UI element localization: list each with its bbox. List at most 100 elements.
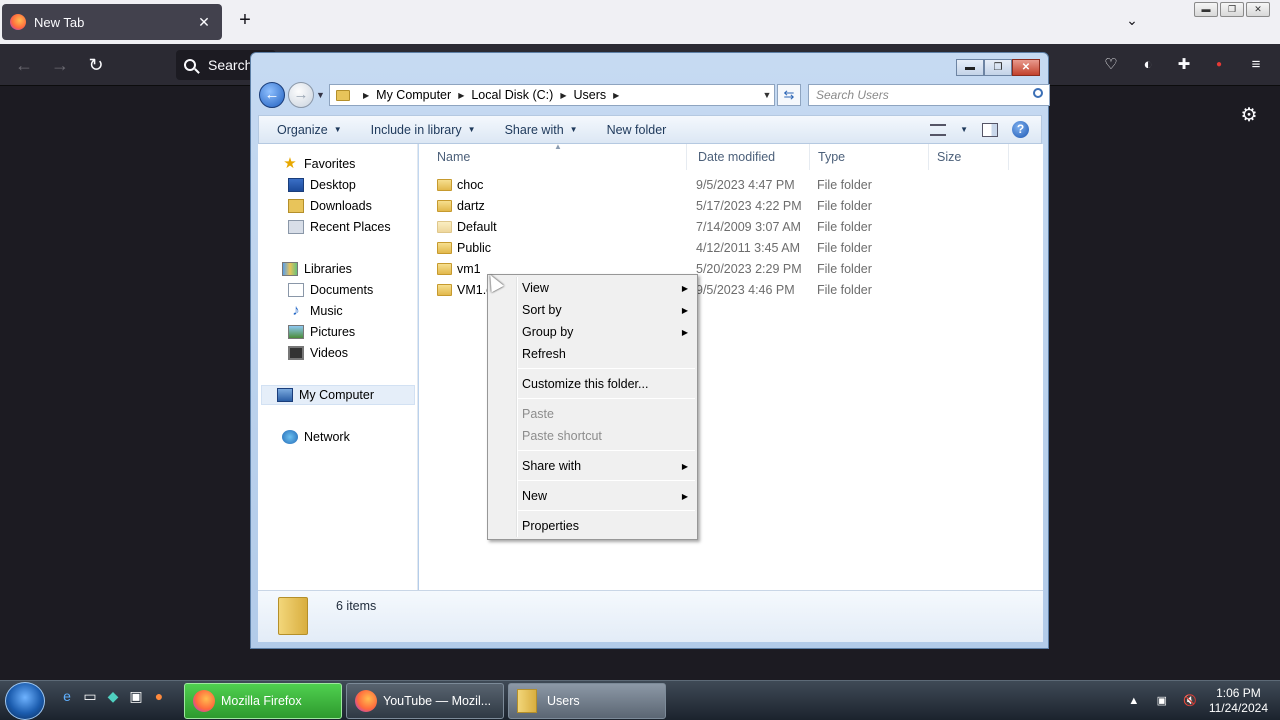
menu-item-customize-folder[interactable]: Customize this folder... [522,374,694,394]
documents-icon [288,283,304,297]
nav-recent-places[interactable]: Recent Places [288,217,391,237]
system-tray: ▲ ▣ 🔇 1:06 PM 11/24/2024 [1125,681,1280,720]
file-row[interactable]: Public 4/12/2011 3:45 AM File folder [429,238,1029,259]
extensions-icon[interactable]: ✚ [1173,54,1195,76]
folder-icon [437,221,452,233]
column-type[interactable]: Type [810,144,929,170]
back-button[interactable]: ← [259,82,285,108]
menu-item-new[interactable]: New ▶ [522,486,694,506]
firefox-account-icon[interactable]: ◐ [1137,54,1159,76]
restore-button[interactable]: ❐ [1220,2,1244,17]
preview-pane-icon[interactable] [982,122,998,137]
minimize-button[interactable]: ▬ [1194,2,1218,17]
column-size[interactable]: Size [929,144,1009,170]
forward-arrow-icon[interactable]: → [48,54,72,76]
nav-network[interactable]: Network [282,427,350,447]
nav-videos[interactable]: Videos [288,343,348,363]
menu-item-view[interactable]: View ▶ [522,278,694,298]
search-icon[interactable] [1033,88,1043,98]
menu-icon[interactable]: ≡ [1245,54,1267,76]
breadcrumb-separator-icon[interactable]: ▶ [560,91,566,100]
menu-separator [518,398,695,399]
address-dropdown-icon[interactable]: ▼ [760,90,774,100]
breadcrumb-separator-icon[interactable]: ▶ [363,91,369,100]
media-icon[interactable]: ◆ [104,687,122,705]
include-in-library-button[interactable]: Include in library ▼ [353,123,487,137]
history-dropdown-icon[interactable]: ▼ [316,90,325,100]
nav-label: Favorites [304,157,356,171]
network-icon[interactable]: ▣ [1153,692,1171,710]
volume-muted-icon[interactable]: 🔇 [1181,692,1199,710]
breadcrumb-separator-icon[interactable]: ▶ [458,91,464,100]
nav-libraries[interactable]: Libraries [282,259,352,279]
internet-explorer-icon[interactable]: e [58,687,76,705]
ublock-icon[interactable]: ● [1208,54,1230,76]
organize-button[interactable]: Organize ▼ [259,123,353,137]
show-desktop-icon[interactable]: ▭ [81,687,99,705]
maximize-button[interactable]: ❐ [984,59,1012,76]
menu-item-properties[interactable]: Properties [522,516,694,536]
share-with-button[interactable]: Share with ▼ [487,123,589,137]
file-name: Public [457,241,492,255]
nav-documents[interactable]: Documents [288,280,373,300]
show-hidden-icons-icon[interactable]: ▲ [1125,692,1143,710]
minimize-button[interactable]: ▬ [956,59,984,76]
nav-downloads[interactable]: Downloads [288,196,372,216]
taskbar-item-label: YouTube — Mozil... [383,694,492,708]
explorer-icon[interactable]: ▣ [127,687,145,705]
nav-pictures[interactable]: Pictures [288,322,355,342]
new-folder-button[interactable]: New folder [589,123,678,137]
reload-icon[interactable]: ↻ [84,54,108,76]
taskbar-item-firefox[interactable]: Mozilla Firefox [184,683,342,719]
tab-new-tab[interactable]: New Tab ✕ [2,4,222,40]
start-button[interactable] [5,682,45,720]
address-row: ← → ▼ ▶ My Computer ▶ Local Disk (C:) ▶ … [259,81,1050,109]
file-date: 5/17/2023 4:22 PM [696,199,802,213]
column-label: Size [937,150,962,164]
breadcrumb-separator-icon[interactable]: ▶ [613,91,619,100]
menu-label: Customize this folder... [522,377,649,391]
nav-music[interactable]: ♪ Music [288,301,342,321]
breadcrumb-users[interactable]: Users [573,88,606,102]
menu-item-group-by[interactable]: Group by ▶ [522,322,694,342]
tab-list-chevron-icon[interactable]: ⌄ [1122,12,1142,32]
gear-icon[interactable]: ⚙ [1238,104,1260,126]
search-input[interactable]: Search Users [808,84,1050,106]
close-tab-icon[interactable]: ✕ [194,14,214,31]
breadcrumb-my-computer[interactable]: My Computer [376,88,451,102]
refresh-icon[interactable]: ⇆ [777,84,801,106]
breadcrumb-local-disk[interactable]: Local Disk (C:) [471,88,553,102]
menu-item-share-with[interactable]: Share with ▶ [522,456,694,476]
forward-button[interactable]: → [288,82,314,108]
menu-item-refresh[interactable]: Refresh [522,344,694,364]
pocket-icon[interactable]: ♡ [1100,54,1122,76]
menu-label: Paste shortcut [522,429,602,443]
nav-favorites[interactable]: ★ Favorites [282,154,355,174]
file-row[interactable]: Default 7/14/2009 3:07 AM File folder [429,217,1029,238]
close-button[interactable]: ✕ [1012,59,1040,76]
taskbar-item-users[interactable]: Users [508,683,666,719]
column-date-modified[interactable]: Date modified [690,144,810,170]
submenu-arrow-icon: ▶ [681,461,688,471]
menu-label: New [522,489,548,503]
nav-my-computer[interactable]: My Computer [261,385,415,405]
new-tab-button[interactable]: + [234,10,256,32]
help-icon[interactable]: ? [1012,121,1029,138]
menu-item-sort-by[interactable]: Sort by ▶ [522,300,694,320]
address-bar[interactable]: ▶ My Computer ▶ Local Disk (C:) ▶ Users … [329,84,775,106]
file-row[interactable]: choc 9/5/2023 4:47 PM File folder [429,175,1029,196]
column-name[interactable]: Name [429,144,687,170]
chevron-down-icon[interactable]: ▼ [960,125,968,134]
pictures-icon [288,325,304,339]
nav-label: My Computer [299,388,375,402]
close-button[interactable]: ✕ [1246,2,1270,17]
change-view-icon[interactable] [930,123,947,136]
desktop-icon [288,178,304,192]
back-arrow-icon[interactable]: ← [12,54,36,76]
taskbar-item-youtube[interactable]: YouTube — Mozil... [346,683,504,719]
url-bar-placeholder: Search [208,57,253,73]
clock[interactable]: 1:06 PM 11/24/2024 [1209,686,1268,716]
nav-desktop[interactable]: Desktop [288,175,356,195]
file-row[interactable]: dartz 5/17/2023 4:22 PM File folder [429,196,1029,217]
firefox-icon[interactable]: ● [150,687,168,705]
